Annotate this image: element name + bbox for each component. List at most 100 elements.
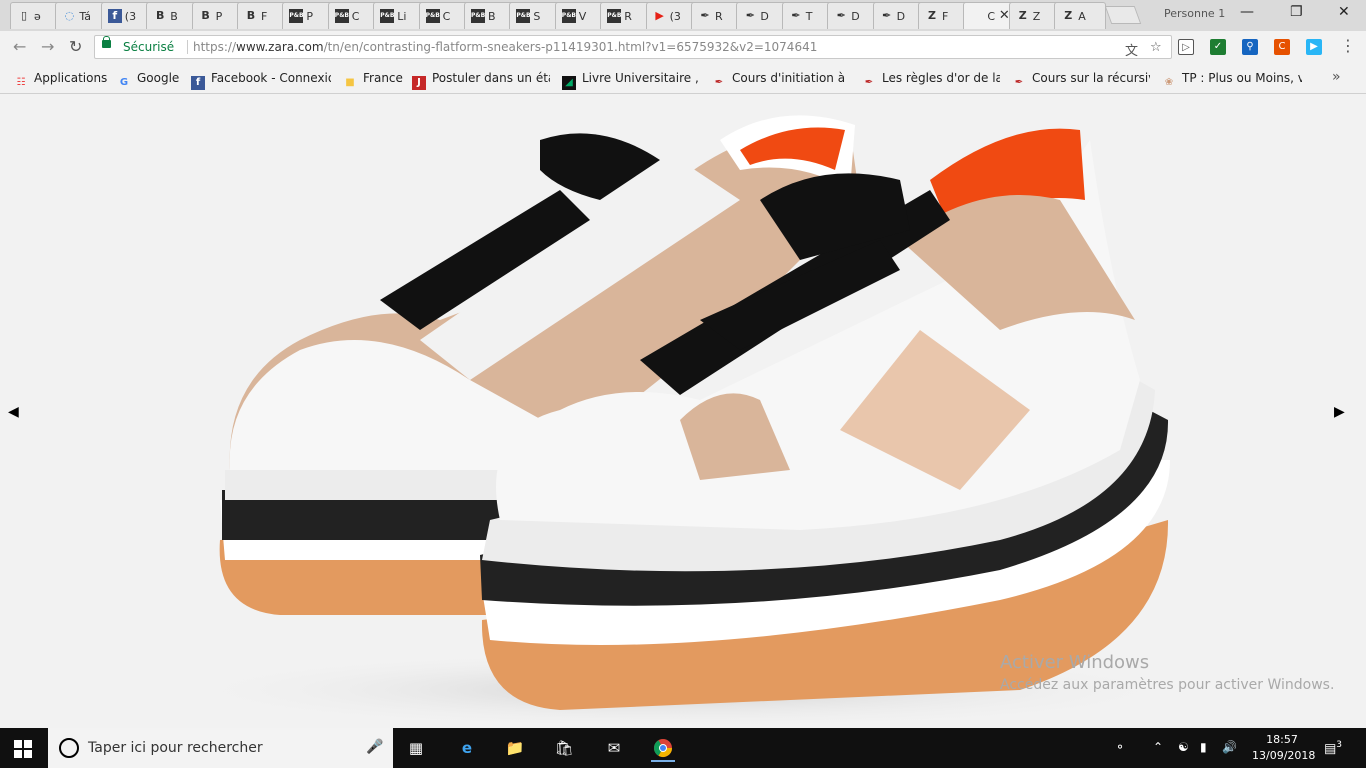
quill-icon: ✒ xyxy=(791,9,801,22)
tab[interactable]: P&B C xyxy=(327,2,380,29)
tab[interactable]: ZF xyxy=(918,2,970,29)
address-bar[interactable]: Sécurisé https://www.zara.com/tn/en/cont… xyxy=(94,35,1172,59)
bookmark-item[interactable]: ✒ Cours d'initiation à l'a xyxy=(712,71,850,90)
forward-icon[interactable]: → xyxy=(41,37,54,56)
bookmark-label: Cours d'initiation à l'a xyxy=(732,71,850,85)
tab[interactable]: P&B S xyxy=(509,2,561,29)
tab[interactable]: P&B Li xyxy=(373,2,425,29)
bookmark-star-icon[interactable]: ☆ xyxy=(1150,40,1162,55)
tab[interactable]: ZA xyxy=(1054,2,1106,29)
back-icon[interactable]: ← xyxy=(13,37,26,56)
file-explorer-icon[interactable]: 📁 xyxy=(503,736,527,760)
c-extension-icon[interactable]: C xyxy=(1274,39,1290,55)
tab[interactable]: ZZ xyxy=(1008,2,1061,29)
tab[interactable]: f (3 xyxy=(100,2,153,29)
tab[interactable]: P&B V xyxy=(554,2,607,29)
cast-icon[interactable]: ▷ xyxy=(1178,39,1194,55)
battery-icon[interactable]: ▮ xyxy=(1200,740,1207,754)
tab[interactable]: BP xyxy=(191,2,243,29)
translate-icon[interactable]: 文 xyxy=(1125,40,1138,59)
bookmark-item[interactable]: ✒ Cours sur la récursivit xyxy=(1012,71,1150,90)
edge-icon[interactable]: e xyxy=(455,736,479,760)
pb-icon: P&B xyxy=(334,9,349,23)
bookmark-label: TP : Plus ou Moins, vo xyxy=(1182,71,1302,85)
people-icon[interactable]: ⚬ xyxy=(1115,740,1125,754)
tab[interactable]: P&B C xyxy=(418,2,470,29)
new-tab-button[interactable] xyxy=(1104,6,1142,24)
mail-icon[interactable]: ✉ xyxy=(602,736,626,760)
url-path: /tn/en/contrasting-flatform-sneakers-p11… xyxy=(323,40,818,54)
search-extension-icon[interactable]: ⚲ xyxy=(1242,39,1258,55)
url-scheme: https:// xyxy=(193,40,237,54)
minimize-icon[interactable]: — xyxy=(1240,4,1254,20)
profile-button[interactable]: Personne 1 xyxy=(1164,7,1225,20)
facebook-icon: f xyxy=(107,9,122,23)
j-icon: J xyxy=(412,76,426,90)
bookmark-item[interactable]: ■ France xyxy=(343,71,403,90)
tab-title: R xyxy=(624,10,632,23)
next-image-arrow[interactable]: ▶ xyxy=(1334,404,1345,420)
store-icon[interactable]: 🛍 xyxy=(552,736,576,760)
tab-title: A xyxy=(1078,10,1086,23)
chrome-icon[interactable] xyxy=(651,736,675,762)
tab[interactable]: BB xyxy=(146,2,198,29)
tab[interactable]: ✒ R xyxy=(691,2,743,29)
bookmark-item[interactable]: G Google xyxy=(117,71,179,90)
quill-icon: ✒ xyxy=(1014,77,1024,88)
divider xyxy=(187,40,188,54)
cortana-icon xyxy=(59,738,79,758)
page-icon: ▯ xyxy=(20,9,28,22)
tab-title: D xyxy=(896,10,906,23)
checkmark-extension-icon[interactable]: ✓ xyxy=(1210,39,1226,55)
windows-start-icon[interactable] xyxy=(14,740,32,758)
menu-icon[interactable]: ⋮ xyxy=(1340,36,1356,55)
show-hidden-icons-chevron-icon[interactable]: ⌃ xyxy=(1153,740,1163,754)
pb-icon: P&B xyxy=(425,9,440,23)
close-window-icon[interactable]: ✕ xyxy=(1338,4,1350,20)
tab[interactable]: P&B R xyxy=(600,2,652,29)
tab-title: B xyxy=(488,10,496,23)
restore-icon[interactable]: ❐ xyxy=(1290,4,1303,20)
tab[interactable]: ✒ D xyxy=(872,2,924,29)
action-center-icon[interactable]: ▤3 xyxy=(1324,740,1342,756)
tab[interactable]: BF xyxy=(237,2,289,29)
bookmark-item[interactable]: ☷ Applications xyxy=(14,71,108,90)
pb-icon: P&B xyxy=(289,9,304,23)
bookmark-label: Postuler dans un étab xyxy=(432,71,550,85)
system-clock[interactable]: 18:57 13/09/2018 xyxy=(1252,732,1315,764)
taskbar-search-box[interactable]: Taper ici pour rechercher 🎤 xyxy=(48,728,393,768)
bookmarks-overflow-button[interactable]: » xyxy=(1332,69,1341,85)
task-view-icon[interactable]: ▦ xyxy=(404,736,428,760)
bookmark-item[interactable]: ◢ Livre Universitaire , co xyxy=(562,71,700,90)
tab[interactable]: ▶ (3 xyxy=(645,2,697,29)
tab[interactable]: P&B B xyxy=(464,2,516,29)
zara-icon: Z xyxy=(1018,9,1027,22)
tab[interactable]: ✒ D xyxy=(736,2,788,29)
reload-icon[interactable]: ↻ xyxy=(69,37,82,56)
wifi-icon[interactable]: ☯ xyxy=(1178,740,1189,754)
bookmark-item[interactable]: f Facebook - Connexio xyxy=(191,71,331,90)
tab[interactable]: ✒ T xyxy=(781,2,834,29)
tab[interactable]: ▯ ə xyxy=(10,2,62,29)
microphone-icon[interactable]: 🎤 xyxy=(366,739,383,755)
tab-title: Li xyxy=(397,10,407,23)
bookmark-item[interactable]: ✒ Les règles d'or de la p xyxy=(862,71,1000,90)
bookmark-item[interactable]: J Postuler dans un étab xyxy=(412,71,550,90)
bookmark-item[interactable]: ❀ TP : Plus ou Moins, vo xyxy=(1162,71,1302,90)
video-extension-icon[interactable]: ▶ xyxy=(1306,39,1322,55)
tab-title: F xyxy=(261,10,268,23)
tab[interactable]: P&B P xyxy=(282,2,334,29)
tab-strip: Personne 1 — ❐ ✕ ▯ ə ◌ Tá f (3 B B B P B F P&B P P&B C P… xyxy=(0,0,1366,31)
tab[interactable]: ◌ Tá xyxy=(55,2,107,29)
openclassrooms-icon: ❀ xyxy=(1164,77,1174,88)
zara-icon: Z xyxy=(1064,9,1073,22)
url-host: www.zara.com xyxy=(236,40,324,54)
loading-icon: ◌ xyxy=(64,9,75,22)
bookmark-label: Les règles d'or de la p xyxy=(882,71,1000,85)
url-text[interactable]: https://www.zara.com/tn/en/contrasting-f… xyxy=(193,40,817,54)
previous-image-arrow[interactable]: ◀ xyxy=(8,404,19,420)
tab[interactable]: ✒ D xyxy=(827,2,879,29)
tab[interactable]: C ✕ xyxy=(963,2,1015,29)
volume-icon[interactable]: 🔊 xyxy=(1222,740,1237,754)
lock-icon xyxy=(102,36,111,48)
